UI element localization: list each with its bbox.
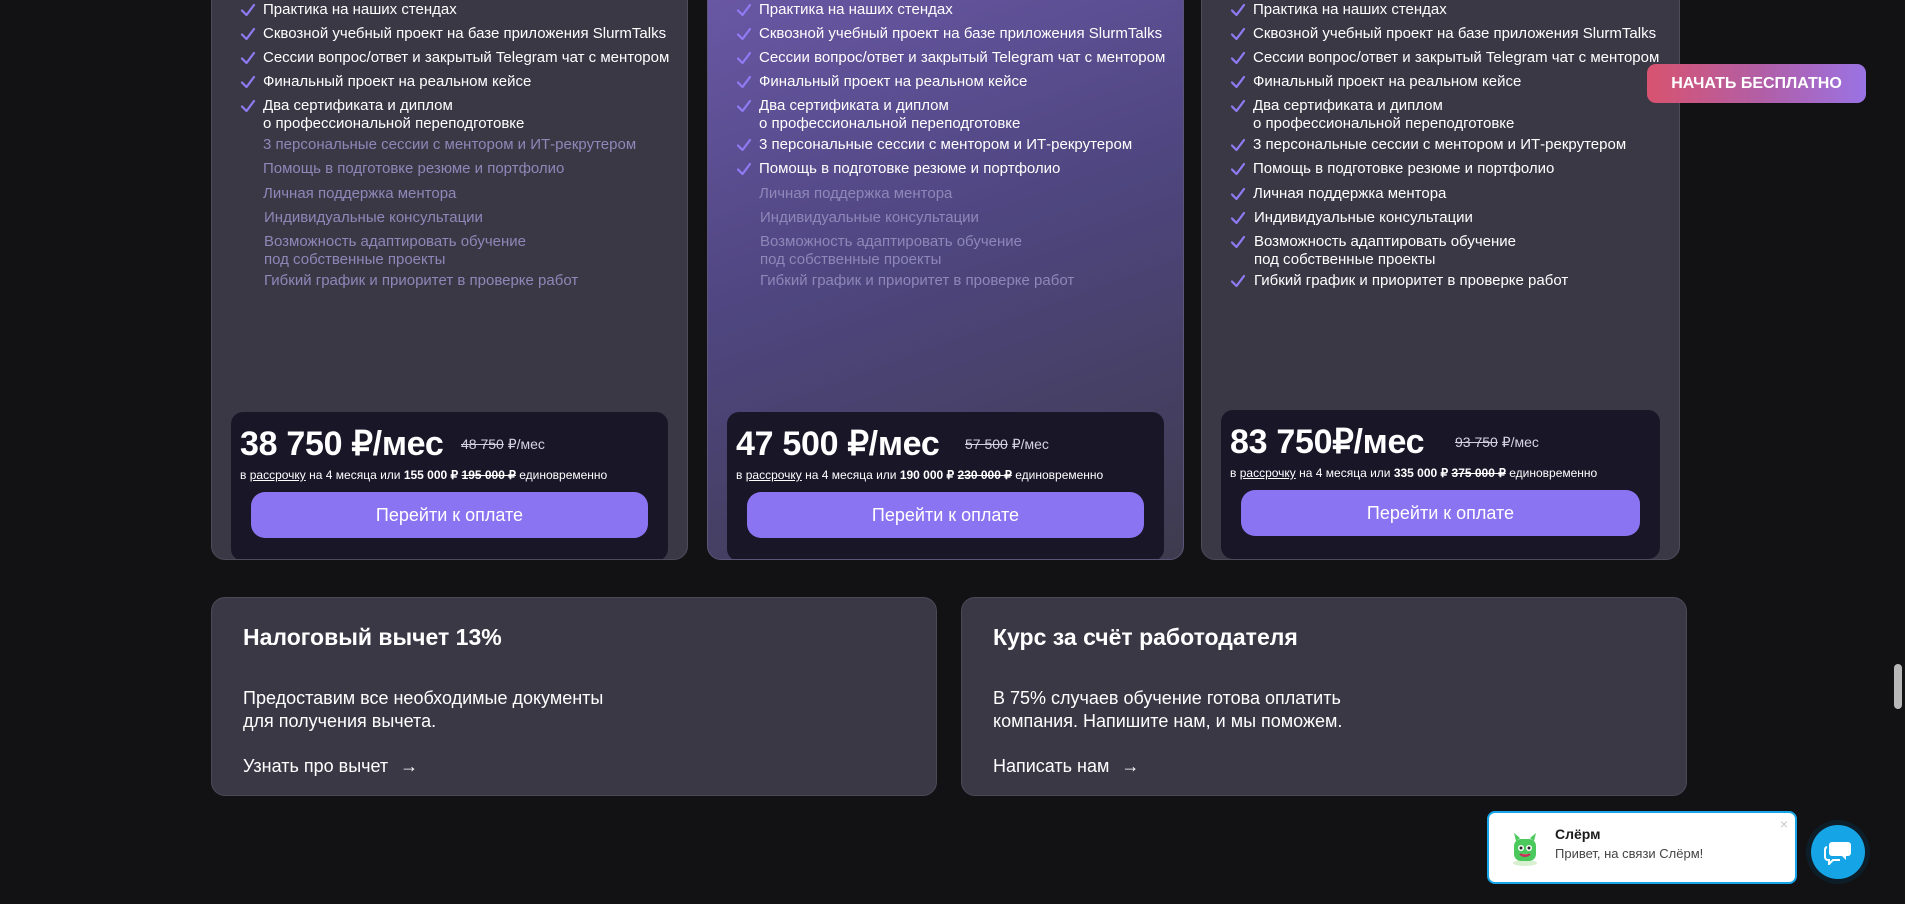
scrollbar-thumb[interactable] <box>1894 664 1902 709</box>
one-time-price: 190 000 ₽ <box>899 468 955 482</box>
old-price: 57 500 ₽/мес <box>965 436 1049 453</box>
feature-text: Личная поддержка ментора <box>263 185 457 202</box>
employer-card-link-label: Написать нам <box>993 756 1110 776</box>
plan-card-standard: Практика на наших стендах Сквозной учебны… <box>707 0 1184 560</box>
old-price-suffix: ₽/мес <box>1497 434 1539 450</box>
chat-bubble-icon <box>1811 825 1865 879</box>
feature-text: Практика на наших стендах <box>1253 1 1447 18</box>
installment-mid: на 4 месяца или <box>801 468 900 482</box>
installment-link[interactable]: рассрочку <box>746 468 802 482</box>
installment-prefix: в <box>240 468 250 482</box>
installment-suffix: единовременно <box>1505 466 1598 480</box>
feature-text: Гибкий график и приоритет в проверке раб… <box>264 272 579 289</box>
pay-button[interactable]: Перейти к оплате <box>747 492 1144 538</box>
old-price: 93 750 ₽/мес <box>1455 434 1539 451</box>
feature-text: Сквозной учебный проект на базе приложен… <box>759 25 1163 42</box>
tax-card-link-label: Узнать про вычет <box>243 756 389 776</box>
feature-text: Два сертификата и диплом о профессиональ… <box>263 97 525 132</box>
feature-text: Помощь в подготовке резюме и портфолио <box>759 160 1061 177</box>
feature-text: Два сертификата и диплом о профессиональ… <box>759 97 1021 132</box>
feature-text: Личная поддержка ментора <box>1253 185 1447 202</box>
price-box: 47 500 ₽/мес 57 500 ₽/мес в рассрочку на 4… <box>727 412 1164 559</box>
one-time-price: 335 000 ₽ <box>1393 466 1449 480</box>
installment-link[interactable]: рассрочку <box>250 468 306 482</box>
tax-card-link[interactable]: Узнать про вычет → <box>243 756 418 777</box>
plan-card-basic: Практика на наших стендах Сквозной учебны… <box>211 0 688 560</box>
feature-text: Практика на наших стендах <box>759 1 953 18</box>
installment-note: в рассрочку на 4 месяца или 190 000 ₽ 23… <box>736 468 1103 482</box>
old-price-value: 57 500 <box>965 436 1008 452</box>
feature-text: Практика на наших стендах <box>263 1 457 18</box>
feature-text: Сквозной учебный проект на базе приложен… <box>1253 25 1657 42</box>
chat-open-button[interactable] <box>1806 820 1870 884</box>
feature-text: Возможность адаптировать обучение под со… <box>264 233 526 268</box>
employer-card-text: В 75% случаев обучение готова оплатить к… <box>993 688 1343 731</box>
old-price-suffix: ₽/мес <box>503 436 545 452</box>
feature-text: Сессии вопрос/ответ и закрытый Telegram … <box>759 49 1166 66</box>
price-per-month: 38 750 ₽/мес <box>240 425 444 463</box>
installment-note: в рассрочку на 4 месяца или 155 000 ₽ 19… <box>240 468 607 482</box>
one-time-old-price: 230 000 ₽ <box>957 468 1012 482</box>
chat-popup[interactable]: Слёрм Привет, на связи Слёрм! × <box>1487 811 1797 884</box>
feature-text: 3 персональные сессии с ментором и ИТ-ре… <box>263 136 637 153</box>
feature-text: Сквозной учебный проект на базе приложен… <box>263 25 667 42</box>
tax-card-title: Налоговый вычет 13% <box>243 624 502 650</box>
old-price-value: 93 750 <box>1455 434 1498 450</box>
chat-message: Привет, на связи Слёрм! <box>1555 846 1704 861</box>
installment-suffix: единовременно <box>1011 468 1104 482</box>
tax-deduction-card: Налоговый вычет 13% Предоставим все необ… <box>211 597 937 796</box>
employer-card-title: Курс за счёт работодателя <box>993 624 1298 650</box>
employer-card-link[interactable]: Написать нам → <box>993 756 1139 777</box>
old-price-suffix: ₽/мес <box>1007 436 1049 452</box>
mascot-avatar-icon <box>1513 833 1537 866</box>
installment-link[interactable]: рассрочку <box>1240 466 1296 480</box>
feature-text: Два сертификата и диплом о профессиональ… <box>1253 97 1515 132</box>
installment-suffix: единовременно <box>515 468 608 482</box>
close-icon[interactable]: × <box>1780 816 1788 832</box>
feature-text: Индивидуальные консультации <box>1254 209 1473 226</box>
employer-pay-card: Курс за счёт работодателя В 75% случаев … <box>961 597 1687 796</box>
feature-text: Индивидуальные консультации <box>264 209 483 226</box>
price-box: 83 750₽/мес 93 750 ₽/мес в рассрочку на 4 … <box>1221 410 1660 559</box>
feature-text: Сессии вопрос/ответ и закрытый Telegram … <box>1253 49 1660 66</box>
feature-text: Личная поддержка ментора <box>759 185 953 202</box>
feature-text: Индивидуальные консультации <box>760 209 979 226</box>
feature-text: Гибкий график и приоритет в проверке раб… <box>760 272 1075 289</box>
one-time-price: 155 000 ₽ <box>403 468 459 482</box>
start-free-button[interactable]: НАЧАТЬ БЕСПЛАТНО <box>1647 64 1866 103</box>
feature-text: Гибкий график и приоритет в проверке раб… <box>1254 272 1569 289</box>
feature-text: Финальный проект на реальном кейсе <box>1253 73 1522 90</box>
installment-prefix: в <box>1230 466 1240 480</box>
feature-text: 3 персональные сессии с ментором и ИТ-ре… <box>1253 136 1627 153</box>
chat-sender-name: Слёрм <box>1555 826 1601 842</box>
feature-text: Помощь в подготовке резюме и портфолио <box>263 160 565 177</box>
installment-prefix: в <box>736 468 746 482</box>
old-price-value: 48 750 <box>461 436 504 452</box>
pay-button[interactable]: Перейти к оплате <box>1241 490 1640 536</box>
price-per-month: 47 500 ₽/мес <box>736 425 940 463</box>
price-box: 38 750 ₽/мес 48 750 ₽/мес в рассрочку на 4… <box>231 412 668 559</box>
feature-text: Помощь в подготовке резюме и портфолио <box>1253 160 1555 177</box>
arrow-right-icon: → <box>400 756 419 776</box>
old-price: 48 750 ₽/мес <box>461 436 545 453</box>
one-time-old-price: 195 000 ₽ <box>461 468 516 482</box>
feature-text: Возможность адаптировать обучение под со… <box>760 233 1022 268</box>
feature-text: 3 персональные сессии с ментором и ИТ-ре… <box>759 136 1133 153</box>
feature-text: Финальный проект на реальном кейсе <box>263 73 532 90</box>
plan-card-premium: Практика на наших стендах Сквозной учебны… <box>1201 0 1680 560</box>
feature-text: Финальный проект на реальном кейсе <box>759 73 1028 90</box>
one-time-old-price: 375 000 ₽ <box>1451 466 1506 480</box>
installment-mid: на 4 месяца или <box>1295 466 1394 480</box>
pay-button[interactable]: Перейти к оплате <box>251 492 648 538</box>
installment-mid: на 4 месяца или <box>305 468 404 482</box>
installment-note: в рассрочку на 4 месяца или 335 000 ₽ 37… <box>1230 466 1597 480</box>
tax-card-text: Предоставим все необходимые документы дл… <box>243 688 604 731</box>
feature-text: Сессии вопрос/ответ и закрытый Telegram … <box>263 49 670 66</box>
feature-text: Возможность адаптировать обучение под со… <box>1254 233 1516 268</box>
arrow-right-icon: → <box>1121 756 1140 776</box>
price-per-month: 83 750₽/мес <box>1230 423 1425 461</box>
